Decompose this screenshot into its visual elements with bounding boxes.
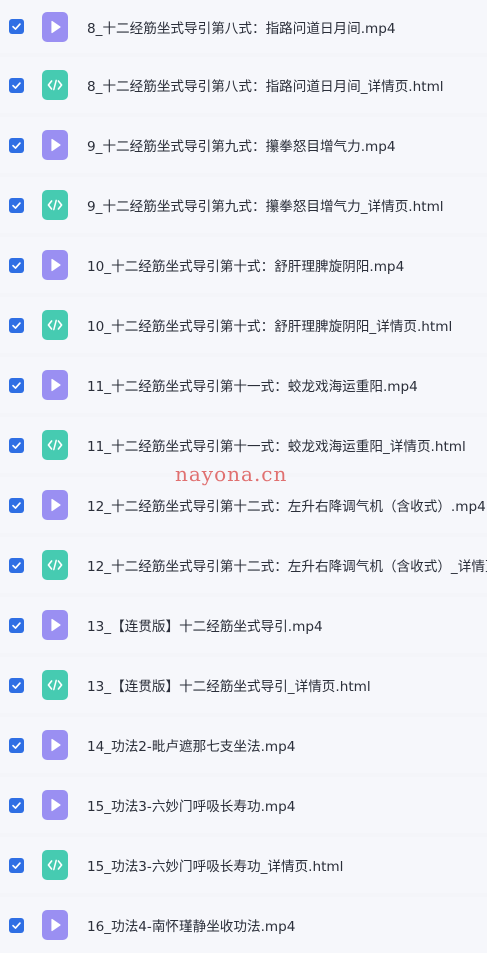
video-file-icon bbox=[42, 790, 68, 820]
file-row[interactable]: 10_十二经筋坐式导引第十式：舒肝理脾旋阴阳.mp4 bbox=[0, 237, 487, 293]
file-name[interactable]: 11_十二经筋坐式导引第十一式：蛟龙戏海运重阳.mp4 bbox=[87, 375, 418, 395]
file-name[interactable]: 14_功法2-毗卢遮那七支坐法.mp4 bbox=[87, 735, 295, 755]
file-checkbox[interactable] bbox=[9, 917, 24, 933]
file-row[interactable]: 16_功法4-南怀瑾静坐收功法.mp4 bbox=[0, 897, 487, 953]
file-name[interactable]: 16_功法4-南怀瑾静坐收功法.mp4 bbox=[87, 915, 295, 935]
file-checkbox[interactable] bbox=[9, 377, 24, 393]
file-row[interactable]: 12_十二经筋坐式导引第十二式：左升右降调气机（含收式）_详情页.html bbox=[0, 537, 487, 593]
file-name[interactable]: 13_【连贯版】十二经筋坐式导引_详情页.html bbox=[87, 675, 371, 695]
html-file-icon bbox=[42, 190, 68, 220]
video-file-icon bbox=[42, 11, 68, 42]
html-file-icon bbox=[42, 310, 68, 340]
file-row[interactable]: 15_功法3-六妙门呼吸长寿功.mp4 bbox=[0, 777, 487, 833]
video-file-icon bbox=[42, 610, 68, 640]
html-file-icon bbox=[42, 850, 68, 880]
video-file-icon bbox=[42, 910, 68, 940]
video-file-icon bbox=[42, 250, 68, 280]
file-row[interactable]: 9_十二经筋坐式导引第九式：攥拳怒目增气力_详情页.html bbox=[0, 177, 487, 233]
file-row[interactable]: 12_十二经筋坐式导引第十二式：左升右降调气机（含收式）.mp4 bbox=[0, 477, 487, 533]
file-row[interactable]: 14_功法2-毗卢遮那七支坐法.mp4 bbox=[0, 717, 487, 773]
file-checkbox[interactable] bbox=[9, 437, 24, 453]
file-name[interactable]: 8_十二经筋坐式导引第八式：指路问道日月间_详情页.html bbox=[87, 75, 444, 95]
file-checkbox[interactable] bbox=[9, 317, 24, 333]
html-file-icon bbox=[42, 430, 68, 460]
file-name[interactable]: 12_十二经筋坐式导引第十二式：左升右降调气机（含收式）.mp4 bbox=[87, 495, 486, 515]
file-row[interactable]: 13_【连贯版】十二经筋坐式导引_详情页.html bbox=[0, 657, 487, 713]
file-checkbox[interactable] bbox=[9, 497, 24, 513]
html-file-icon bbox=[42, 670, 68, 700]
file-name[interactable]: 9_十二经筋坐式导引第九式：攥拳怒目增气力_详情页.html bbox=[87, 195, 444, 215]
file-name[interactable]: 10_十二经筋坐式导引第十式：舒肝理脾旋阴阳_详情页.html bbox=[87, 315, 452, 335]
video-file-icon bbox=[42, 130, 68, 160]
file-name[interactable]: 11_十二经筋坐式导引第十一式：蛟龙戏海运重阳_详情页.html bbox=[87, 435, 466, 455]
file-checkbox[interactable] bbox=[9, 617, 24, 633]
video-file-icon bbox=[42, 370, 68, 400]
file-checkbox[interactable] bbox=[9, 137, 24, 153]
file-row[interactable]: 13_【连贯版】十二经筋坐式导引.mp4 bbox=[0, 597, 487, 653]
file-checkbox[interactable] bbox=[9, 557, 24, 573]
file-row[interactable]: 8_十二经筋坐式导引第八式：指路问道日月间.mp4 bbox=[0, 0, 487, 53]
file-checkbox[interactable] bbox=[9, 197, 24, 213]
file-checkbox[interactable] bbox=[9, 737, 24, 753]
html-file-icon bbox=[42, 550, 68, 580]
file-name[interactable]: 12_十二经筋坐式导引第十二式：左升右降调气机（含收式）_详情页.html bbox=[87, 555, 487, 575]
file-row[interactable]: 15_功法3-六妙门呼吸长寿功_详情页.html bbox=[0, 837, 487, 893]
file-row[interactable]: 9_十二经筋坐式导引第九式：攥拳怒目增气力.mp4 bbox=[0, 117, 487, 173]
file-name[interactable]: 8_十二经筋坐式导引第八式：指路问道日月间.mp4 bbox=[87, 17, 396, 37]
file-name[interactable]: 9_十二经筋坐式导引第九式：攥拳怒目增气力.mp4 bbox=[87, 135, 396, 155]
file-checkbox[interactable] bbox=[9, 77, 24, 93]
file-row[interactable]: 8_十二经筋坐式导引第八式：指路问道日月间_详情页.html bbox=[0, 57, 487, 113]
video-file-icon bbox=[42, 730, 68, 760]
file-checkbox[interactable] bbox=[9, 797, 24, 813]
file-checkbox[interactable] bbox=[9, 677, 24, 693]
file-checkbox[interactable] bbox=[9, 257, 24, 273]
file-row[interactable]: 10_十二经筋坐式导引第十式：舒肝理脾旋阴阳_详情页.html bbox=[0, 297, 487, 353]
html-file-icon bbox=[42, 70, 68, 100]
file-checkbox[interactable] bbox=[9, 857, 24, 873]
file-name[interactable]: 15_功法3-六妙门呼吸长寿功_详情页.html bbox=[87, 855, 343, 875]
file-row[interactable]: 11_十二经筋坐式导引第十一式：蛟龙戏海运重阳_详情页.html bbox=[0, 417, 487, 473]
file-name[interactable]: 15_功法3-六妙门呼吸长寿功.mp4 bbox=[87, 795, 295, 815]
video-file-icon bbox=[42, 490, 68, 520]
file-list: 8_十二经筋坐式导引第八式：指路问道日月间.mp4 8_十二经筋坐式导引第八式：指… bbox=[0, 0, 487, 953]
file-checkbox[interactable] bbox=[9, 19, 24, 34]
file-name[interactable]: 13_【连贯版】十二经筋坐式导引.mp4 bbox=[87, 615, 323, 635]
file-row[interactable]: 11_十二经筋坐式导引第十一式：蛟龙戏海运重阳.mp4 bbox=[0, 357, 487, 413]
file-name[interactable]: 10_十二经筋坐式导引第十式：舒肝理脾旋阴阳.mp4 bbox=[87, 255, 404, 275]
